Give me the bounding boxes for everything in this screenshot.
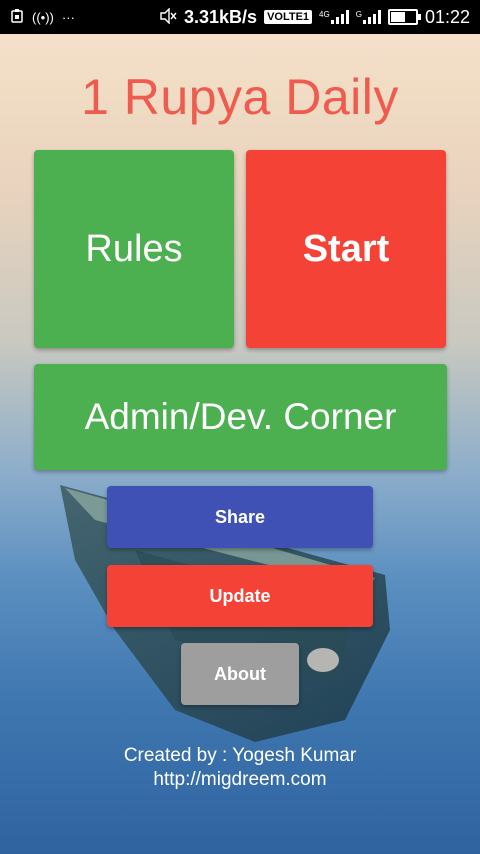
broadcast-icon: ((•)): [32, 9, 54, 25]
rules-button[interactable]: Rules: [34, 150, 234, 348]
app-title: 1 Rupya Daily: [81, 69, 399, 125]
signal-bars-1-icon: [330, 10, 349, 24]
credits: Created by : Yogesh Kumar http://migdree…: [0, 744, 480, 792]
mute-icon: [159, 6, 177, 27]
status-right-icons: 3.31kB/s VOLTE1 4G G 01:22: [159, 0, 470, 34]
start-button[interactable]: Start: [246, 150, 446, 348]
signal-2: G: [356, 10, 381, 24]
credits-author: Created by : Yogesh Kumar: [123, 745, 357, 766]
network-type-2: G: [355, 10, 362, 19]
clock: 01:22: [424, 6, 470, 27]
more-icon: ···: [61, 9, 75, 25]
update-button[interactable]: Update: [107, 565, 373, 627]
signal-1: 4G: [319, 10, 349, 24]
shield-icon: [10, 8, 24, 27]
battery-icon: [387, 9, 421, 25]
share-button[interactable]: Share: [107, 486, 373, 548]
about-button[interactable]: About: [181, 643, 299, 705]
status-bar: ((•)) ··· 3.31kB/s VOLTE1 4G G 01:22: [0, 0, 480, 34]
volte-badge: VOLTE1: [264, 10, 313, 24]
signal-bars-2-icon: [362, 10, 381, 24]
network-type-1: 4G: [319, 10, 330, 19]
credits-website: http://migdreem.com: [153, 769, 327, 790]
admin-dev-corner-button[interactable]: Admin/Dev. Corner: [34, 364, 447, 470]
network-speed: 3.31kB/s: [184, 6, 258, 27]
status-left-icons: ((•)) ···: [10, 0, 75, 34]
